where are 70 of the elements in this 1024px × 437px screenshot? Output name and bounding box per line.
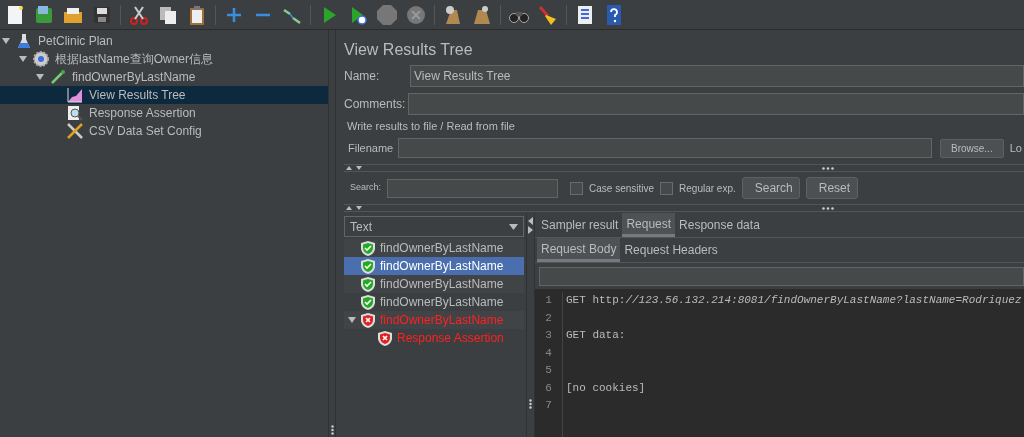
flask-icon <box>17 33 31 49</box>
grip-dots-icon[interactable] <box>330 425 334 435</box>
grip-dots-icon[interactable] <box>822 206 834 210</box>
result-item[interactable]: findOwnerByLastName <box>344 275 524 293</box>
field-label: Lo <box>1009 140 1022 156</box>
tree-item[interactable]: findOwnerByLastName <box>0 68 328 86</box>
dropdown-arrow-icon[interactable] <box>509 223 518 230</box>
pipette-icon <box>50 69 66 85</box>
checkbox[interactable] <box>660 181 674 195</box>
tools-icon <box>66 123 84 139</box>
panel-title: View Results Tree <box>344 40 474 60</box>
field-label: Filename <box>348 140 395 156</box>
chart-icon <box>67 87 83 103</box>
browse-button[interactable]: Browse... <box>940 138 1004 158</box>
gear-icon <box>33 51 49 67</box>
code-line: GET data: <box>566 329 626 341</box>
checkbox[interactable] <box>570 181 584 195</box>
code-line: GET http://123.56.132.214:8081/findOwnerByLastName?lastName=Rodriquez <box>566 294 1022 306</box>
shield-check-icon <box>361 276 375 292</box>
shield-check-icon <box>361 294 375 310</box>
magnifier-icon <box>67 105 83 121</box>
tab[interactable]: Response data <box>675 213 764 237</box>
collapse-arrow-icon[interactable] <box>19 55 27 63</box>
tree-item[interactable]: Response Assertion <box>0 104 328 122</box>
split-arrows-icon[interactable] <box>528 216 533 234</box>
collapse-arrow-icon[interactable] <box>2 37 10 45</box>
filename-field[interactable] <box>398 138 932 158</box>
tab[interactable]: Request <box>622 213 676 237</box>
split-arrows-icon[interactable] <box>346 165 364 171</box>
tree-item[interactable]: CSV Data Set Config <box>0 122 328 140</box>
comments-field[interactable] <box>408 93 1024 115</box>
line-number: 1 <box>545 293 552 308</box>
shield-cross-icon <box>361 312 375 328</box>
field-label: Name: <box>344 68 381 85</box>
search-button[interactable]: Search <box>741 177 800 199</box>
renderer-dropdown[interactable]: Text <box>344 216 524 237</box>
tree-item[interactable]: PetClinic Plan <box>0 32 328 50</box>
tab[interactable]: Sampler result <box>537 213 623 237</box>
tree-item[interactable]: View Results Tree <box>0 86 328 104</box>
checkbox-label: Case sensitive <box>589 181 655 196</box>
shield-cross-icon <box>378 330 392 346</box>
result-item[interactable]: findOwnerByLastName <box>344 257 524 275</box>
shield-check-icon <box>361 258 375 274</box>
filter-field[interactable] <box>539 266 1024 286</box>
line-number: 3 <box>545 328 552 343</box>
tab[interactable]: Request Body <box>537 238 621 262</box>
collapse-arrow-icon[interactable] <box>348 316 356 324</box>
grip-dots-icon[interactable] <box>529 399 532 409</box>
field-label: Comments: <box>344 96 407 113</box>
line-number: 5 <box>545 363 552 378</box>
name-field[interactable]: View Results Tree <box>410 65 1024 87</box>
search-field[interactable] <box>387 178 559 198</box>
line-number: 7 <box>545 398 552 413</box>
line-number: 2 <box>545 310 552 326</box>
book-icon[interactable] <box>33 3 55 26</box>
code-line: [no cookies] <box>566 381 646 394</box>
result-item[interactable]: findOwnerByLastName <box>344 239 524 257</box>
tree-item[interactable]: 根据lastName查询Owner信息 <box>0 50 328 68</box>
tab[interactable]: Request Headers <box>620 238 722 262</box>
shield-check-icon <box>361 240 375 256</box>
group-title: Write results to file / Read from file <box>347 118 515 134</box>
line-number: 6 <box>545 380 552 396</box>
checkbox-label: Regular exp. <box>679 181 736 196</box>
stop-circle-icon[interactable] <box>405 3 427 26</box>
field-label: Search: <box>350 181 382 195</box>
grip-dots-icon[interactable] <box>822 166 834 170</box>
reset-button[interactable]: Reset <box>805 177 858 199</box>
split-arrows-icon[interactable] <box>346 205 364 211</box>
line-number: 4 <box>545 345 552 361</box>
collapse-arrow-icon[interactable] <box>36 73 44 81</box>
